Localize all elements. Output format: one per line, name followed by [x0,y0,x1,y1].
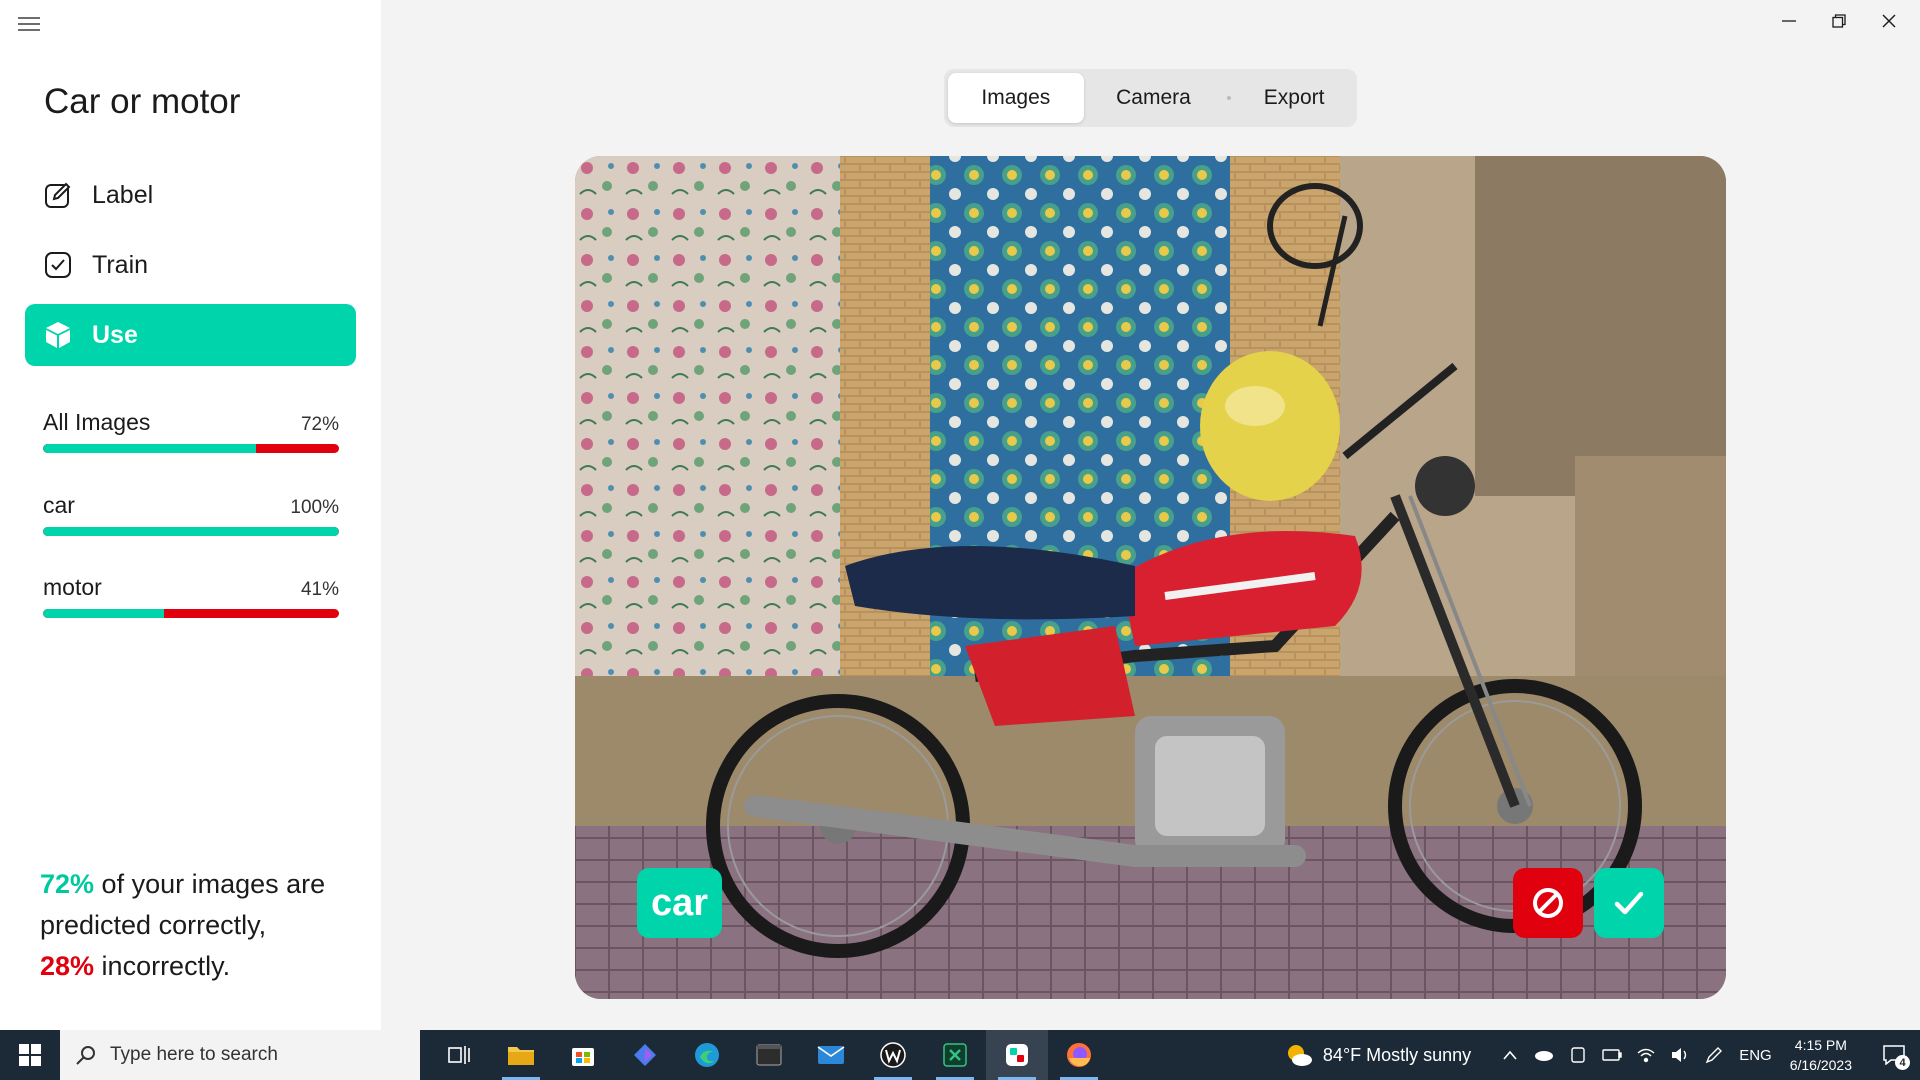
taskbar-search-box[interactable]: Type here to search [60,1030,420,1080]
cube-icon [43,320,73,350]
nav-item-use[interactable]: Use [25,304,356,366]
pencil-square-icon [43,180,73,210]
copilot-icon[interactable] [614,1030,676,1080]
stat-car[interactable]: car 100% [43,492,339,536]
tab-separator [1227,96,1232,100]
nav-label: Train [92,250,149,279]
notification-count: 4 [1895,1055,1910,1070]
weather-text: 84°F Mostly sunny [1322,1044,1472,1065]
hamburger-menu-icon[interactable] [18,14,42,34]
weather-widget[interactable]: 84°F Mostly sunny [1285,1043,1471,1067]
image-card: car [575,156,1726,999]
summary-text: predicted correctly, [40,910,267,940]
sun-cloud-icon [1287,1045,1312,1066]
reject-button[interactable] [1513,868,1583,938]
prediction-label[interactable]: car [637,868,723,938]
accuracy-bar-fill [43,527,339,536]
stat-name: All Images [43,409,151,435]
clock-date: 6/16/2023 [1789,1057,1852,1073]
nav-label: Label [92,180,154,209]
excel-like-icon[interactable] [924,1030,986,1080]
restore-icon[interactable] [1816,6,1862,36]
summary-text: incorrectly. [94,951,231,981]
nav-item-train[interactable]: Train [25,234,356,296]
accuracy-bar-fill [43,609,165,618]
accuracy-bar [43,527,339,536]
summary-text: of your images are [94,869,326,899]
chevron-up-icon[interactable] [1499,1044,1521,1066]
nav-label: Use [92,320,138,349]
accuracy-bar-fill [43,444,257,453]
stat-percent: 41% [300,579,339,600]
notification-center-icon[interactable]: 4 [1874,1030,1914,1080]
terminal-icon[interactable] [738,1030,800,1080]
file-explorer-icon[interactable] [490,1030,552,1080]
check-icon [1614,891,1644,915]
accuracy-bar [43,609,339,618]
nav-item-label[interactable]: Label [25,164,356,226]
clock-time: 4:15 PM [1794,1037,1847,1053]
incorrect-percent: 28% [40,951,95,981]
tab-images[interactable]: Images [948,73,1084,123]
edge-icon[interactable] [676,1030,738,1080]
wifi-icon[interactable] [1635,1044,1657,1066]
device-icon[interactable] [1567,1044,1589,1066]
accept-button[interactable] [1594,868,1664,938]
battery-icon[interactable] [1601,1044,1623,1066]
correct-percent: 72% [40,869,95,899]
tab-camera[interactable]: Camera [1084,73,1224,123]
store-icon[interactable] [552,1030,614,1080]
minimize-icon[interactable] [1766,6,1812,36]
firefox-icon[interactable] [1048,1030,1110,1080]
clock[interactable]: 4:15 PM 6/16/2023 [1790,1035,1852,1075]
tray-icons [1499,1044,1725,1066]
mail-icon[interactable] [800,1030,862,1080]
taskbar: Type here to search 84°F Mostly sunny EN… [0,1030,1920,1080]
w-app-icon[interactable] [862,1030,924,1080]
accuracy-bar [43,444,339,453]
task-view-icon[interactable] [428,1030,490,1080]
search-icon [76,1046,95,1065]
app-title: Car or motor [44,82,241,121]
stat-all-images[interactable]: All Images 72% [43,409,339,453]
stat-percent: 72% [300,414,339,435]
volume-icon[interactable] [1669,1044,1691,1066]
lobe-icon[interactable] [986,1030,1048,1080]
view-tabs: Images Camera Export [944,69,1357,127]
stat-name: car [43,492,75,518]
tab-export[interactable]: Export [1235,73,1353,123]
search-placeholder: Type here to search [110,1044,278,1065]
stat-percent: 100% [290,497,339,518]
close-icon[interactable] [1866,6,1912,36]
cloud-icon[interactable] [1533,1044,1555,1066]
stat-name: motor [43,574,102,600]
accuracy-summary: 72% of your images are predicted correct… [40,864,325,987]
sidebar: Car or motor Label Train Use All Images … [0,0,381,1030]
stat-motor[interactable]: motor 41% [43,574,339,618]
language-indicator[interactable]: ENG [1739,1047,1772,1064]
windows-start-icon[interactable] [0,1030,60,1080]
checkbox-icon [43,250,73,280]
taskbar-apps [428,1030,1110,1080]
no-entry-icon [1533,888,1563,918]
system-tray: 84°F Mostly sunny ENG 4:15 PM 6/16/2023 … [1285,1030,1920,1080]
pen-icon[interactable] [1703,1044,1725,1066]
